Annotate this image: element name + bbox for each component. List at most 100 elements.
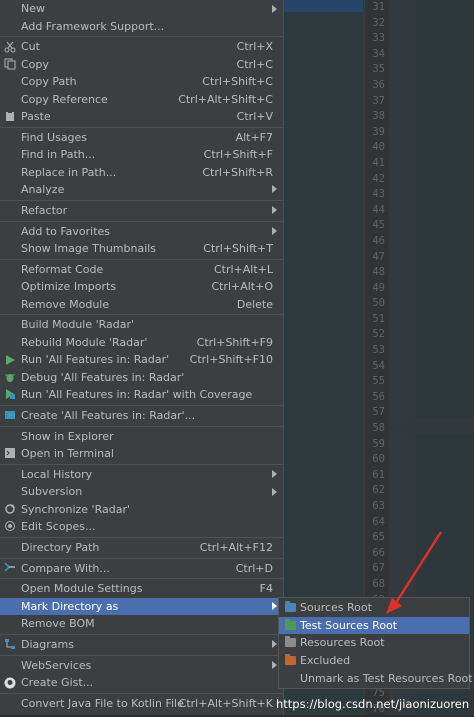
menu-item-subversion[interactable]: Subversion (0, 483, 283, 500)
menu-item-refactor[interactable]: Refactor (0, 202, 283, 219)
menu-separator (0, 258, 283, 260)
menu-item-label: Open Module Settings (21, 582, 143, 596)
editor-tab-strip (283, 0, 363, 12)
menu-item-rebuild-module-radar[interactable]: Rebuild Module 'Radar' Ctrl+Shift+F9 (0, 334, 283, 351)
menu-separator (0, 536, 283, 538)
menu-item-mark-directory-as[interactable]: Mark Directory as (0, 597, 283, 615)
coverage-icon (4, 388, 16, 400)
line-number: 36 (372, 78, 385, 91)
menu-item-label: Optimize Imports (21, 280, 117, 294)
menu-item-edit-scopes[interactable]: Edit Scopes... (0, 518, 283, 535)
menu-item-shortcut: Ctrl+Alt+F12 (199, 540, 273, 554)
submenu-item-excluded[interactable]: Excluded (279, 652, 469, 670)
menu-item-open-in-terminal[interactable]: Open in Terminal (0, 445, 283, 462)
line-number: 52 (372, 328, 385, 341)
menu-item-open-module-settings[interactable]: Open Module Settings F4 (0, 580, 283, 597)
line-number: 42 (372, 172, 385, 185)
menu-item-find-in-path[interactable]: Find in Path... Ctrl+Shift+F (0, 146, 283, 163)
menu-item-synchronize-radar[interactable]: Synchronize 'Radar' (0, 500, 283, 517)
menu-item-label: Synchronize 'Radar' (21, 502, 130, 516)
menu-item-create-all-features-in-radar[interactable]: Create 'All Features in: Radar'... (0, 407, 283, 424)
menu-item-label: Edit Scopes... (21, 519, 96, 533)
submenu-item-resources-root[interactable]: Resources Root (279, 634, 469, 652)
menu-item-shortcut: Ctrl+Shift+F (203, 148, 273, 162)
menu-item-label: Open in Terminal (21, 446, 114, 460)
menu-item-find-usages[interactable]: Find Usages Alt+F7 (0, 129, 283, 146)
submenu-item-test-sources-root[interactable]: Test Sources Root (279, 616, 469, 635)
line-number: 38 (372, 110, 385, 123)
copy-icon (4, 58, 16, 70)
menu-item-label: Add Framework Support... (21, 19, 165, 33)
menu-separator (0, 425, 283, 427)
menu-item-label: Refactor (21, 203, 68, 217)
github-icon (4, 677, 16, 689)
submenu-arrow-icon (272, 661, 277, 670)
line-number: 37 (372, 94, 385, 107)
menu-item-reformat-code[interactable]: Reformat Code Ctrl+Alt+L (0, 261, 283, 278)
line-number: 67 (372, 562, 385, 575)
menu-item-shortcut: Ctrl+Shift+F10 (189, 353, 273, 367)
line-number: 58 (372, 422, 385, 435)
menu-item-optimize-imports[interactable]: Optimize Imports Ctrl+Alt+O (0, 278, 283, 295)
menu-item-show-in-explorer[interactable]: Show in Explorer (0, 427, 283, 444)
menu-item-shortcut: Ctrl+Alt+Shift+K (178, 696, 273, 710)
menu-item-convert-java-file-to-kotlin-file[interactable]: Convert Java File to Kotlin File Ctrl+Alt… (0, 695, 283, 712)
sync-icon (4, 503, 16, 515)
menu-item-diagrams[interactable]: Diagrams (0, 636, 283, 653)
menu-item-add-framework-support[interactable]: Add Framework Support... (0, 17, 283, 34)
run-icon (4, 354, 16, 366)
menu-item-remove-module[interactable]: Remove Module Delete (0, 295, 283, 312)
menu-item-show-image-thumbnails[interactable]: Show Image Thumbnails Ctrl+Shift+T (0, 240, 283, 257)
menu-item-build-module-radar[interactable]: Build Module 'Radar' (0, 316, 283, 333)
menu-separator (0, 314, 283, 316)
line-number: 49 (372, 281, 385, 294)
submenu-arrow-icon (272, 227, 277, 236)
line-number: 44 (372, 203, 385, 216)
line-number: 59 (372, 437, 385, 450)
menu-item-debug-all-features-in-radar[interactable]: Debug 'All Features in: Radar' (0, 368, 283, 385)
menu-item-shortcut: Ctrl+Shift+R (202, 165, 273, 179)
menu-item-directory-path[interactable]: Directory Path Ctrl+Alt+F12 (0, 539, 283, 556)
menu-item-create-gist[interactable]: Create Gist... (0, 674, 283, 691)
menu-item-new[interactable]: New (0, 0, 283, 17)
menu-separator (0, 692, 283, 694)
line-number: 61 (372, 468, 385, 481)
menu-item-label: Convert Java File to Kotlin File (21, 696, 184, 710)
menu-separator (0, 633, 283, 635)
menu-item-label: Find in Path... (21, 148, 96, 162)
menu-item-copy-path[interactable]: Copy Path Ctrl+Shift+C (0, 73, 283, 90)
submenu-arrow-icon (272, 487, 277, 496)
menu-item-label: Replace in Path... (21, 165, 117, 179)
line-number: 41 (372, 156, 385, 169)
line-number: 31 (372, 1, 385, 13)
folder-icon (285, 654, 296, 666)
menu-item-copy[interactable]: Copy Ctrl+C (0, 56, 283, 73)
menu-item-label: WebServices (21, 658, 92, 672)
menu-item-shortcut: Ctrl+Alt+O (211, 280, 273, 294)
menu-item-copy-reference[interactable]: Copy Reference Ctrl+Alt+Shift+C (0, 90, 283, 107)
menu-separator (0, 654, 283, 656)
menu-item-paste[interactable]: Paste Ctrl+V (0, 108, 283, 125)
line-number: 34 (372, 47, 385, 60)
submenu-item-unmark-as-test-resources-root[interactable]: Unmark as Test Resources Root (279, 669, 473, 687)
menu-separator (0, 578, 283, 580)
menu-item-analyze[interactable]: Analyze (0, 181, 283, 198)
submenu-item-sources-root[interactable]: Sources Root (279, 599, 469, 617)
menu-item-run-all-features-in-radar-with-coverage[interactable]: Run 'All Features in: Radar' with Covera… (0, 386, 283, 403)
menu-item-local-history[interactable]: Local History (0, 466, 283, 483)
mark-directory-submenu: Sources Root Test Sources Root Resources R… (278, 597, 473, 689)
menu-item-label: Run 'All Features in: Radar' with Covera… (21, 387, 253, 401)
menu-item-replace-in-path[interactable]: Replace in Path... Ctrl+Shift+R (0, 163, 283, 180)
menu-item-shortcut: Ctrl+Shift+C (202, 75, 273, 89)
menu-item-run-all-features-in-radar[interactable]: Run 'All Features in: Radar' Ctrl+Shift+F… (0, 351, 283, 368)
menu-item-compare-with[interactable]: Compare With... Ctrl+D (0, 559, 283, 576)
menu-item-add-to-favorites[interactable]: Add to Favorites (0, 222, 283, 239)
menu-item-webservices[interactable]: WebServices (0, 657, 283, 674)
line-number: 45 (372, 219, 385, 232)
menu-item-label: Build Module 'Radar' (21, 318, 135, 332)
menu-item-label: Paste (21, 109, 51, 123)
create-config-icon (4, 409, 16, 421)
line-number: 32 (372, 16, 385, 29)
menu-item-cut[interactable]: Cut Ctrl+X (0, 38, 283, 55)
menu-item-remove-bom[interactable]: Remove BOM (0, 615, 283, 632)
